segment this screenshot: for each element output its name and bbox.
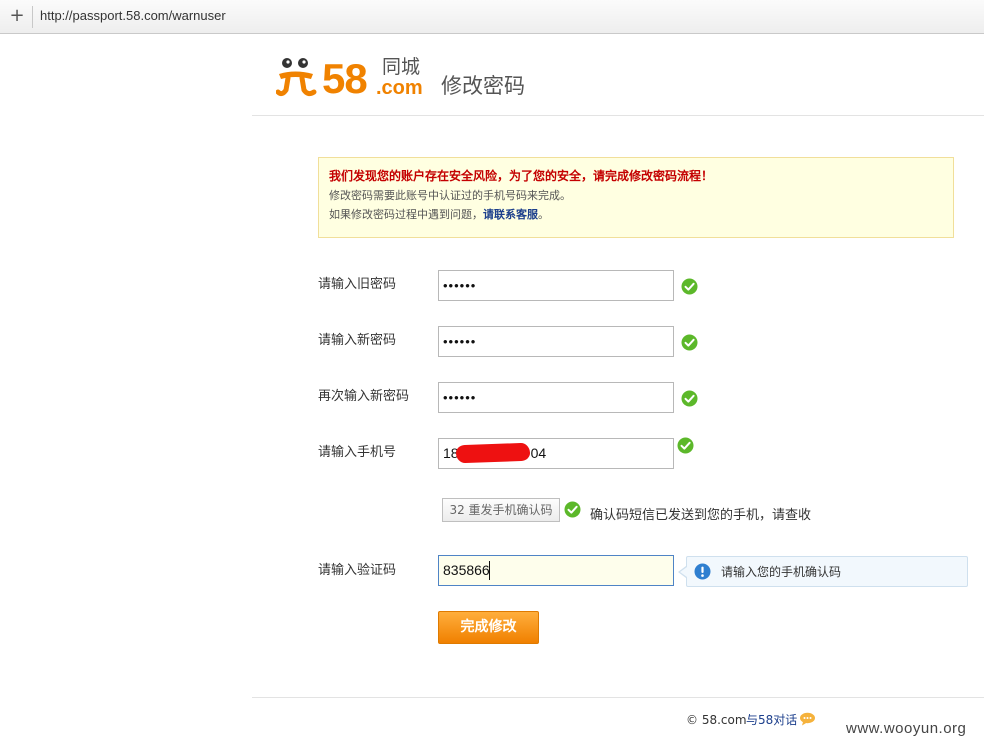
check-circle-icon <box>677 437 694 454</box>
old-password-field[interactable]: •••••• <box>438 270 674 301</box>
old-password-label: 请输入旧密码 <box>318 277 397 292</box>
verification-code-field[interactable]: 835866 <box>438 555 674 586</box>
phone-suffix: 04 <box>530 445 547 461</box>
code-label: 请输入验证码 <box>318 563 397 578</box>
notice-line-2: 如果修改密码过程中遇到问题，请联系客服。 <box>329 205 953 224</box>
mascot-logo-icon <box>276 58 317 97</box>
logo-number: 58 <box>322 55 368 102</box>
code-tip-text: 请输入您的手机确认码 <box>721 565 842 579</box>
chat-with-58-link[interactable]: 与58对话 <box>746 712 797 728</box>
chat-bubble-icon[interactable] <box>799 712 816 726</box>
check-circle-icon <box>681 334 698 351</box>
url-field[interactable]: http://passport.58.com/warnuser <box>40 8 226 23</box>
new-password-field[interactable]: •••••• <box>438 326 674 357</box>
sms-sent-message: 确认码短信已发送到您的手机，请查收 <box>590 508 812 523</box>
notice-warning: 我们发现您的账户存在安全风险，为了您的安全，请完成修改密码流程！ <box>329 169 714 183</box>
site-logo[interactable]: 58 同城 .com <box>276 56 436 102</box>
text-caret <box>489 561 490 580</box>
page-title: 修改密码 <box>441 74 525 98</box>
notice-line-1: 修改密码需要此账号中认证过的手机号码来完成。 <box>329 189 571 202</box>
security-notice: 我们发现您的账户存在安全风险，为了您的安全，请完成修改密码流程！ 修改密码需要此… <box>318 157 954 238</box>
check-circle-icon <box>681 278 698 295</box>
tip-arrow-inner <box>680 567 687 577</box>
header-divider <box>252 115 984 116</box>
address-bar: + http://passport.58.com/warnuser <box>0 0 984 34</box>
notice-line-2-prefix: 如果修改密码过程中遇到问题， <box>329 208 483 221</box>
submit-button[interactable]: 完成修改 <box>438 611 539 644</box>
plus-icon[interactable]: + <box>6 6 28 28</box>
address-bar-divider <box>32 6 33 28</box>
contact-support-link[interactable]: 请联系客服 <box>483 208 538 221</box>
redaction-mark <box>455 442 531 464</box>
resend-code-button[interactable]: 32 重发手机确认码 <box>442 498 560 522</box>
new-password-label: 请输入新密码 <box>318 333 397 348</box>
check-circle-icon <box>681 390 698 407</box>
footer-copyright: © 58.com <box>686 713 747 727</box>
phone-label: 请输入手机号 <box>318 445 397 460</box>
confirm-password-label: 再次输入新密码 <box>318 389 410 404</box>
logo-dotcom: .com <box>376 77 423 99</box>
logo-tongcheng: 同城 <box>382 56 421 78</box>
confirm-password-field[interactable]: •••••• <box>438 382 674 413</box>
watermark: www.wooyun.org <box>846 720 967 737</box>
info-icon <box>694 563 711 580</box>
check-circle-icon <box>564 501 581 518</box>
notice-line-2-suffix: 。 <box>538 208 549 221</box>
footer-divider <box>252 697 984 698</box>
